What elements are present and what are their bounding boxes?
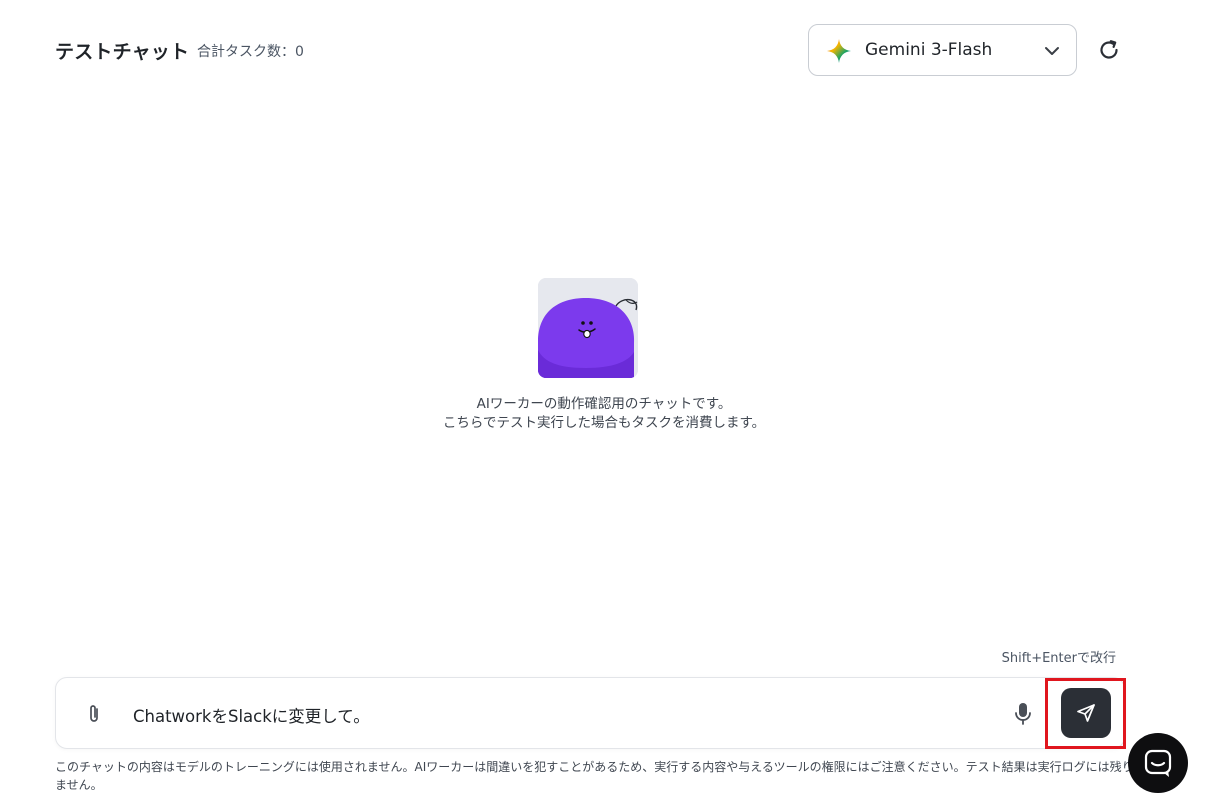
intro-text-line2: こちらでテスト実行した場合もタスクを消費します。 [442, 415, 766, 431]
newline-hint: Shift+Enterで改行 [1001, 651, 1116, 666]
page-title: テストチャット [55, 41, 190, 63]
model-select-dropdown[interactable]: Gemini 3-Flash [808, 24, 1077, 76]
mascot-illustration [538, 278, 638, 378]
send-button[interactable] [1061, 688, 1111, 738]
paperclip-icon[interactable] [83, 702, 105, 726]
chat-bubble-icon [1144, 749, 1172, 777]
test-chat-page: テストチャット 合計タスク数：0 Gemini 3-Flash AIワーカーの動… [0, 0, 1208, 807]
gemini-sparkle-icon [827, 39, 851, 63]
send-icon [1077, 704, 1095, 722]
disclaimer-text: このチャットの内容はモデルのトレーニングには使用されません。AIワーカーは間違い… [55, 760, 1134, 792]
mascot-image [538, 278, 638, 378]
support-chat-launcher[interactable] [1128, 733, 1188, 793]
intro-text-line1: AIワーカーの動作確認用のチャットです。 [476, 396, 732, 412]
message-input[interactable] [133, 702, 993, 728]
model-select-label: Gemini 3-Flash [865, 40, 993, 60]
task-count-label: 合計タスク数：0 [197, 44, 304, 60]
chevron-down-icon [1045, 47, 1059, 55]
microphone-icon[interactable] [1012, 700, 1034, 728]
refresh-icon[interactable] [1096, 37, 1122, 63]
